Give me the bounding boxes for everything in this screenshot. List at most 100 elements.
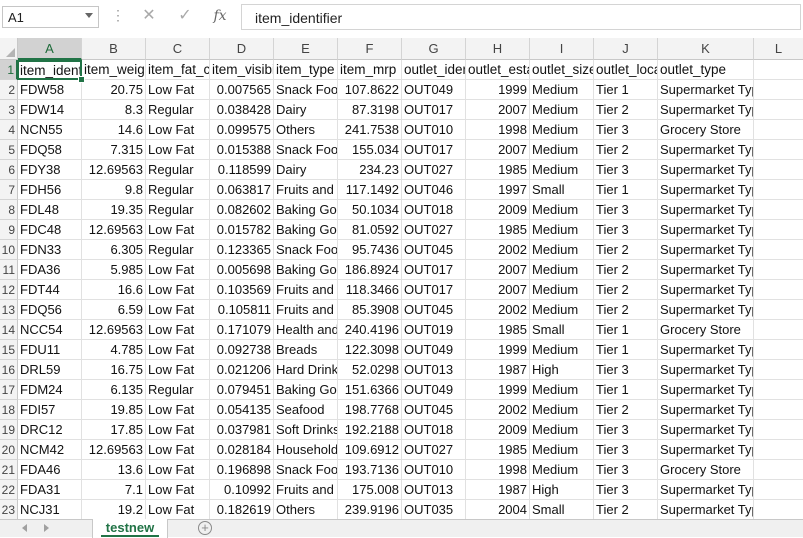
name-box[interactable]: A1: [2, 6, 99, 28]
table-cell[interactable]: 107.8622: [338, 80, 402, 100]
table-cell[interactable]: Medium: [530, 420, 594, 440]
table-cell[interactable]: Supermarket Type1: [658, 360, 754, 380]
table-cell[interactable]: FDM24: [18, 380, 82, 400]
table-cell[interactable]: 0.092738: [210, 340, 274, 360]
table-cell[interactable]: Tier 3: [594, 200, 658, 220]
table-cell[interactable]: 20.75: [82, 80, 146, 100]
table-cell[interactable]: 0.10992: [210, 480, 274, 500]
row-header-10[interactable]: 10: [0, 240, 18, 260]
table-cell[interactable]: FDL48: [18, 200, 82, 220]
table-cell[interactable]: 0.123365: [210, 240, 274, 260]
table-cell[interactable]: Regular: [146, 180, 210, 200]
table-cell[interactable]: Snack Foods: [274, 460, 338, 480]
table-cell[interactable]: Supermarket Type1: [658, 500, 754, 519]
table-cell[interactable]: Tier 3: [594, 160, 658, 180]
table-cell[interactable]: Supermarket Type1: [658, 180, 754, 200]
table-cell[interactable]: Low Fat: [146, 280, 210, 300]
table-cell[interactable]: OUT049: [402, 340, 466, 360]
table-cell[interactable]: 85.3908: [338, 300, 402, 320]
header-cell[interactable]: item_type: [274, 60, 338, 80]
table-cell[interactable]: Medium: [530, 100, 594, 120]
table-cell[interactable]: Grocery Store: [658, 460, 754, 480]
table-cell[interactable]: [754, 340, 803, 360]
table-cell[interactable]: 2002: [466, 240, 530, 260]
column-header-d[interactable]: D: [210, 38, 274, 60]
table-cell[interactable]: Medium: [530, 340, 594, 360]
table-cell[interactable]: Regular: [146, 100, 210, 120]
table-cell[interactable]: 0.079451: [210, 380, 274, 400]
table-cell[interactable]: 5.985: [82, 260, 146, 280]
column-header-j[interactable]: J: [594, 38, 658, 60]
header-cell[interactable]: item_mrp: [338, 60, 402, 80]
table-cell[interactable]: FDT44: [18, 280, 82, 300]
table-cell[interactable]: 81.0592: [338, 220, 402, 240]
table-cell[interactable]: 0.037981: [210, 420, 274, 440]
table-cell[interactable]: Supermarket Type1: [658, 240, 754, 260]
row-header-2[interactable]: 2: [0, 80, 18, 100]
table-cell[interactable]: 192.2188: [338, 420, 402, 440]
table-cell[interactable]: Medium: [530, 160, 594, 180]
table-cell[interactable]: 118.3466: [338, 280, 402, 300]
table-cell[interactable]: [754, 420, 803, 440]
table-cell[interactable]: 122.3098: [338, 340, 402, 360]
table-cell[interactable]: Tier 1: [594, 340, 658, 360]
table-cell[interactable]: Fruits and Vegetables: [274, 300, 338, 320]
table-cell[interactable]: 0.028184: [210, 440, 274, 460]
table-cell[interactable]: Fruits and Vegetables: [274, 180, 338, 200]
table-cell[interactable]: Snack Foods: [274, 80, 338, 100]
column-header-e[interactable]: E: [274, 38, 338, 60]
column-header-f[interactable]: F: [338, 38, 402, 60]
table-cell[interactable]: Low Fat: [146, 320, 210, 340]
table-cell[interactable]: Regular: [146, 240, 210, 260]
table-cell[interactable]: 2009: [466, 420, 530, 440]
table-cell[interactable]: Medium: [530, 440, 594, 460]
table-cell[interactable]: Tier 2: [594, 500, 658, 519]
table-cell[interactable]: Health and Hygiene: [274, 320, 338, 340]
table-cell[interactable]: [754, 200, 803, 220]
fill-handle[interactable]: [78, 76, 85, 83]
spreadsheet-grid[interactable]: A B C D E F G H I J K L 1 2 3 4 5 6 7 8 9 10 11 12 13 14 15 16 17 18 1…: [0, 38, 803, 519]
row-header-21[interactable]: 21: [0, 460, 18, 480]
table-cell[interactable]: High: [530, 360, 594, 380]
previous-sheet-icon[interactable]: [22, 524, 27, 532]
table-cell[interactable]: 6.59: [82, 300, 146, 320]
table-cell[interactable]: Breads: [274, 340, 338, 360]
table-cell[interactable]: Tier 1: [594, 80, 658, 100]
table-cell[interactable]: [754, 100, 803, 120]
table-cell[interactable]: [754, 480, 803, 500]
table-cell[interactable]: Low Fat: [146, 260, 210, 280]
row-header-15[interactable]: 15: [0, 340, 18, 360]
table-cell[interactable]: DRL59: [18, 360, 82, 380]
table-cell[interactable]: Tier 1: [594, 320, 658, 340]
column-header-g[interactable]: G: [402, 38, 466, 60]
table-cell[interactable]: [754, 180, 803, 200]
table-cell[interactable]: Baking Goods: [274, 200, 338, 220]
table-cell[interactable]: Supermarket Type1: [658, 300, 754, 320]
header-cell[interactable]: item_fat_content: [146, 60, 210, 80]
table-cell[interactable]: [754, 300, 803, 320]
table-cell[interactable]: 0.005698: [210, 260, 274, 280]
table-cell[interactable]: Low Fat: [146, 300, 210, 320]
row-header-12[interactable]: 12: [0, 280, 18, 300]
table-cell[interactable]: 239.9196: [338, 500, 402, 519]
table-cell[interactable]: Low Fat: [146, 440, 210, 460]
table-cell[interactable]: Medium: [530, 120, 594, 140]
table-cell[interactable]: Low Fat: [146, 500, 210, 519]
table-cell[interactable]: 175.008: [338, 480, 402, 500]
table-cell[interactable]: 9.8: [82, 180, 146, 200]
header-cell[interactable]: outlet_establishment_year: [466, 60, 530, 80]
table-cell[interactable]: Medium: [530, 240, 594, 260]
table-cell[interactable]: 2007: [466, 140, 530, 160]
table-cell[interactable]: Tier 3: [594, 420, 658, 440]
table-cell[interactable]: [754, 140, 803, 160]
table-cell[interactable]: Medium: [530, 460, 594, 480]
table-cell[interactable]: 1987: [466, 480, 530, 500]
table-cell[interactable]: 2002: [466, 400, 530, 420]
table-cell[interactable]: Tier 1: [594, 180, 658, 200]
header-cell[interactable]: item_weight: [82, 60, 146, 80]
table-cell[interactable]: Seafood: [274, 400, 338, 420]
table-cell[interactable]: Tier 3: [594, 480, 658, 500]
table-cell[interactable]: 0.118599: [210, 160, 274, 180]
table-cell[interactable]: 198.7768: [338, 400, 402, 420]
table-cell[interactable]: 155.034: [338, 140, 402, 160]
